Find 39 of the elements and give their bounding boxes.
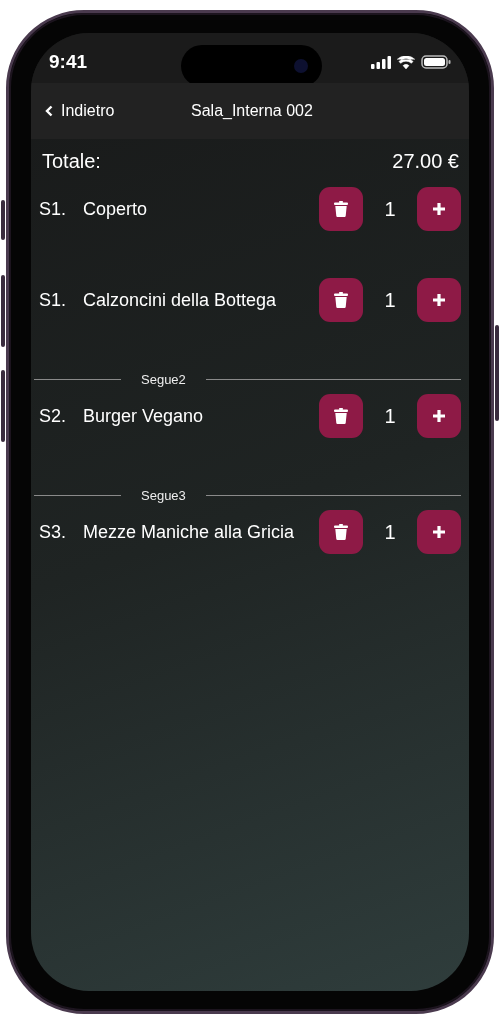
plus-icon (432, 409, 446, 423)
plus-icon (432, 202, 446, 216)
quantity: 1 (383, 520, 397, 544)
add-button[interactable] (417, 187, 461, 231)
add-button[interactable] (417, 278, 461, 322)
course-divider-label: Segue2 (140, 371, 187, 387)
delete-button[interactable] (319, 394, 363, 438)
trash-icon (334, 292, 348, 308)
total-amount: 27.00 € (392, 149, 459, 173)
plus-icon (432, 293, 446, 307)
battery-icon (421, 55, 451, 69)
delete-button[interactable] (319, 278, 363, 322)
quantity: 1 (383, 404, 397, 428)
trash-icon (334, 201, 348, 217)
quantity: 1 (383, 288, 397, 312)
course-divider-label: Segue3 (140, 487, 187, 503)
wifi-icon (397, 55, 415, 69)
item-name: Calzoncini della Bottega (83, 289, 278, 311)
add-button[interactable] (417, 394, 461, 438)
course-number: S3. (38, 521, 68, 543)
total-label: Totale: (42, 149, 101, 173)
delete-button[interactable] (319, 510, 363, 554)
chevron-left-icon (45, 105, 53, 117)
add-button[interactable] (417, 510, 461, 554)
status-time: 9:41 (49, 50, 88, 73)
signal-icon (371, 55, 391, 69)
item-name: Mezze Maniche alla Gricia (83, 521, 296, 543)
back-button[interactable]: Indietro (45, 102, 115, 120)
quantity: 1 (383, 197, 397, 221)
plus-icon (432, 525, 446, 539)
course-number: S2. (38, 405, 68, 427)
item-name: Burger Vegano (83, 405, 205, 427)
trash-icon (334, 408, 348, 424)
course-number: S1. (38, 289, 68, 311)
trash-icon (334, 524, 348, 540)
course-number: S1. (38, 198, 68, 220)
page-title: Sala_Interna 002 (191, 102, 313, 120)
item-name: Coperto (83, 198, 149, 220)
delete-button[interactable] (319, 187, 363, 231)
